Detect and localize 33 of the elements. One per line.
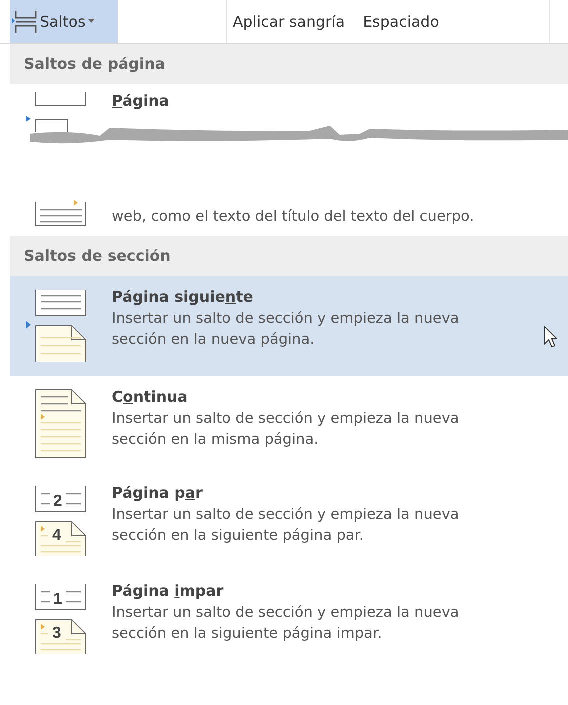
item-title: Página	[112, 92, 170, 110]
item-description: web, como el texto del título del texto del cuerpo.	[112, 208, 474, 227]
page-icon	[36, 584, 86, 610]
item-description: Insertar un salto de sección y empieza la nueva sección en la nueva página.	[112, 310, 460, 350]
item-description: Insertar un salto de sección y empieza la nueva sección en la siguiente página impar.	[112, 604, 460, 644]
section-header: Saltos de sección	[10, 236, 568, 276]
page-icon	[36, 486, 86, 512]
menu-item[interactable]: Continua Insertar un salto de sección y empieza la nueva sección en la misma página.	[10, 376, 568, 472]
menu-item[interactable]: web, como el texto del título del texto del cuerpo.	[10, 192, 568, 236]
section-header: Saltos de página	[10, 44, 568, 84]
page-icon	[36, 522, 86, 556]
page-break-icon	[12, 10, 38, 34]
menu-item[interactable]: 2 4 Página par Insertar un salto de sección y empieza la nueva sección en la siguiente página par.	[10, 472, 568, 570]
page-number: 2	[54, 493, 62, 510]
item-description: Insertar un salto de sección y empieza la nueva sección en la siguiente página par.	[112, 506, 460, 546]
breaks-button[interactable]: Saltos	[10, 0, 118, 43]
next-page-icon	[24, 288, 88, 364]
item-title: Página impar	[112, 582, 225, 600]
page-icon	[36, 620, 86, 654]
menu-item[interactable]: Página	[10, 84, 568, 132]
item-title: Continua	[112, 388, 189, 406]
page-number: 4	[52, 527, 62, 544]
page-break-icon	[24, 92, 88, 132]
item-title: Página siguiente	[112, 288, 254, 306]
caret-icon	[88, 19, 96, 24]
page-number: 3	[52, 625, 62, 642]
toolbar-item[interactable]: Aplicar sangría	[233, 12, 346, 30]
item-title: Página par	[112, 484, 204, 502]
toolbar-item[interactable]: Espaciado	[363, 12, 440, 30]
item-description: Insertar un salto de sección y empieza la nueva sección en la misma página.	[112, 410, 460, 450]
menu-item[interactable]: 1 3 Página impar Insertar un salto de sección y empieza la nueva sección en la siguiente página impar.	[10, 570, 568, 668]
menu-item[interactable]: Página siguiente Insertar un salto de sección y empieza la nueva sección en la nueva página.	[10, 276, 568, 376]
page-number: 1	[54, 591, 62, 608]
